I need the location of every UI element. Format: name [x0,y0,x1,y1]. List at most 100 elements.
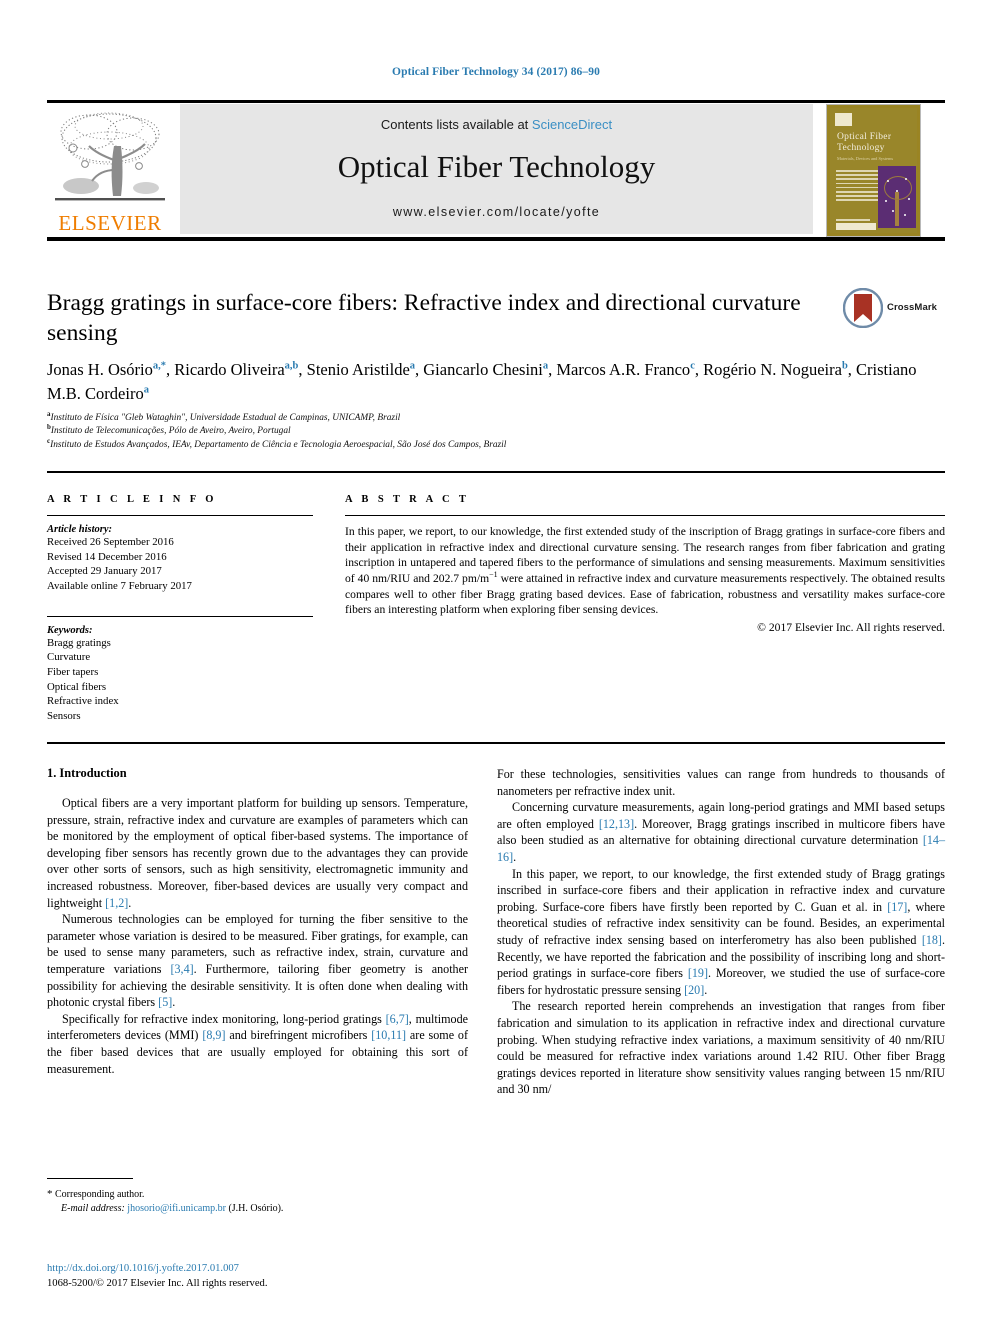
citation-link[interactable]: [5] [158,995,172,1009]
affiliation-item: aInstituto de Física "Gleb Wataghin", Un… [47,410,945,425]
citation-link[interactable]: [18] [922,933,942,947]
elsevier-wordmark: ELSEVIER [58,211,162,235]
journal-cover-thumbnail: Optical Fiber Technology Materials, Devi… [826,104,921,237]
citation-link[interactable]: [1,2] [105,896,128,910]
cover-artwork-panel [878,166,916,228]
elsevier-logo: ELSEVIER [47,108,173,236]
elsevier-tree-icon [55,112,165,201]
corresponding-author-text: Corresponding author. [55,1189,145,1201]
contents-prefix: Contents lists available at [380,117,532,132]
abstract-heading: A B S T R A C T [345,494,470,505]
citation-link[interactable]: [3,4] [170,962,193,976]
keyword-item: Fiber tapers [47,665,99,678]
abstract-rights: © 2017 Elsevier Inc. All rights reserved… [757,620,945,634]
keywords-rule [47,615,313,617]
affiliation-text: Instituto de Física "Gleb Wataghin", Uni… [50,413,401,423]
journal-name: Optical Fiber Technology [337,149,656,184]
cover-publisher-badge-icon [835,113,852,126]
author-item: Marcos A.R. Francoc [556,360,695,379]
contents-available-line: Contents lists available at ScienceDirec… [180,117,813,132]
citation-link[interactable]: [14–16] [497,833,945,864]
issn-rights-line: 1068-5200/© 2017 Elsevier Inc. All right… [47,1277,268,1289]
article-history-list: Received 26 September 2016 Revised 14 De… [47,535,313,593]
masthead-center-panel: Contents lists available at ScienceDirec… [180,104,813,234]
author-affiliation-marker: a,b [284,360,299,372]
cover-footer-rule [836,219,870,221]
page-title: Bragg gratings in surface-core fibers: R… [47,290,801,346]
article-first-page: Optical Fiber Technology 34 (2017) 86–90 [0,0,992,1323]
abstract-superscript: −1 [489,570,498,580]
article-info-rule [47,515,313,517]
abstract-text: In this paper, we report, to our knowled… [345,524,945,618]
paragraph: For these technologies, sensitivities va… [497,767,945,798]
history-item: Received 26 September 2016 [47,536,174,549]
cover-footer-badge-icon [836,223,876,230]
asterisk-icon: * [47,1188,53,1201]
paragraph: Specifically for refractive index monito… [47,1011,469,1076]
citation-link[interactable]: [17] [887,900,907,914]
sciencedirect-link[interactable]: ScienceDirect [532,117,612,132]
keyword-item: Bragg gratings [47,636,111,649]
footnote-block: * Corresponding author. E-mail address: … [47,1178,468,1216]
crossmark-icon[interactable] [843,288,883,328]
author-item: Stenio Aristildea [306,360,416,379]
email-note: E-mail address: jhosorio@ifi.unicamp.br … [47,1202,468,1216]
article-info-column: A R T I C L E I N F O Article history: R… [47,494,313,723]
affiliation-item: cInstituto de Estudos Avançados, IEAv, D… [47,437,945,452]
masthead-bottom-rule [47,237,945,241]
author-affiliation-marker: a [542,360,549,372]
abstract-column: A B S T R A C T In this paper, we report… [345,494,945,635]
affiliation-list: aInstituto de Física "Gleb Wataghin", Un… [47,410,945,452]
section-heading-introduction: 1. Introduction [47,766,127,780]
corresponding-author-note: * Corresponding author. [47,1187,468,1202]
author-item: Rogério N. Nogueirab [703,360,848,379]
crossmark-badge[interactable]: CrossMark [843,288,945,328]
author-affiliation-marker: b [841,360,848,372]
body-column-left: 1. Introduction Optical fibers are a ver… [47,766,468,1077]
email-label: E-mail address: [61,1203,125,1215]
author-list: Jonas H. Osórioa,*, Ricardo Oliveiraa,b,… [47,360,917,403]
journal-masthead: ELSEVIER Contents lists available at Sci… [47,100,945,241]
author-affiliation-marker: c [690,360,695,372]
author-item: Giancarlo Chesinia [423,360,549,379]
article-history-label: Article history: [47,524,113,536]
citation-link[interactable]: [19] [688,966,708,980]
keyword-item: Optical fibers [47,680,107,693]
article-info-heading: A R T I C L E I N F O [47,494,217,505]
paragraph: The research reported herein comprehends… [497,999,945,1097]
masthead-top-rule [47,100,945,103]
citation-link[interactable]: [20] [684,983,704,997]
citation-link[interactable]: [6,7] [386,1012,409,1026]
paragraph: Optical fibers are a very important plat… [47,796,468,910]
author-affiliation-marker: a,* [152,360,166,372]
body-column-right: For these technologies, sensitivities va… [497,766,945,1098]
journal-url[interactable]: www.elsevier.com/locate/yofte [180,205,813,219]
author-affiliation-marker: a [143,384,149,396]
cover-contents-lines-icon [836,170,878,204]
history-item: Accepted 29 January 2017 [47,565,162,578]
doi-link[interactable]: http://dx.doi.org/10.1016/j.yofte.2017.0… [47,1262,547,1277]
crossmark-label: CrossMark [887,302,938,313]
keyword-item: Sensors [47,709,81,722]
cover-journal-subtitle: Materials, Devices and Systems [837,156,894,161]
running-head: Optical Fiber Technology 34 (2017) 86–90 [392,66,600,78]
abstract-rule [345,515,945,517]
citation-link[interactable]: [8,9] [202,1028,225,1042]
info-band-bottom-rule [47,742,945,744]
keywords-list: Bragg gratings Curvature Fiber tapers Op… [47,636,313,724]
email-link[interactable]: jhosorio@ifi.unicamp.br [127,1203,226,1214]
author-item: Ricardo Oliveiraa,b [174,360,299,379]
author-affiliation-marker: a [409,360,416,372]
keywords-label: Keywords: [47,624,93,636]
citation-link[interactable]: [10,11] [371,1028,406,1042]
citation-link[interactable]: [12,13] [599,817,634,831]
footnote-rule [47,1178,133,1180]
footer-block: http://dx.doi.org/10.1016/j.yofte.2017.0… [47,1262,547,1291]
title-block: Bragg gratings in surface-core fibers: R… [47,288,945,348]
keyword-item: Curvature [47,651,91,664]
email-owner: (J.H. Osório). [228,1203,284,1215]
keyword-item: Refractive index [47,695,119,708]
journal-cover-inner: Optical Fiber Technology Materials, Devi… [830,108,917,233]
history-item: Revised 14 December 2016 [47,550,167,563]
